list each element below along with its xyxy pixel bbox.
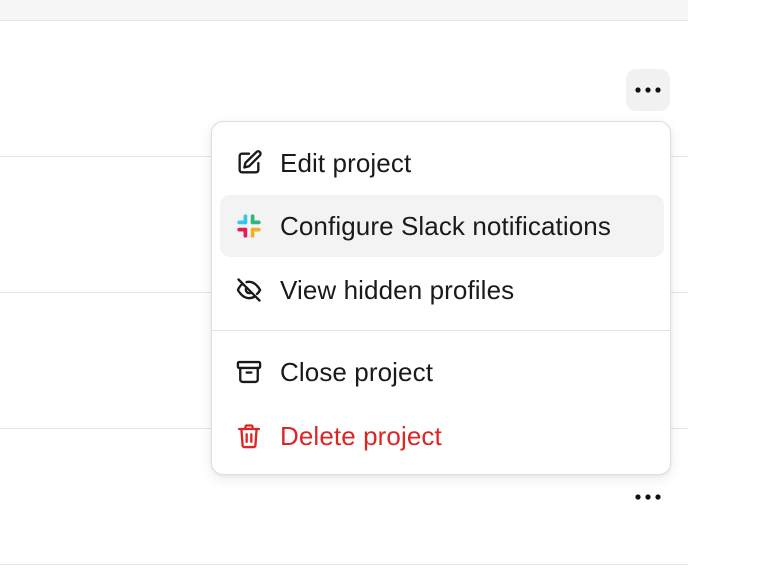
menu-item-label: Edit project <box>280 147 412 178</box>
menu-item-label: Close project <box>280 356 434 387</box>
more-options-button[interactable] <box>626 476 670 518</box>
ellipsis-icon <box>635 494 661 500</box>
more-options-button[interactable] <box>626 69 670 111</box>
menu-item-label: Configure Slack notifications <box>280 210 611 241</box>
menu-item-configure-slack[interactable]: Configure Slack notifications <box>220 195 664 257</box>
menu-item-view-hidden-profiles[interactable]: View hidden profiles <box>220 259 664 321</box>
list-header-strip <box>0 0 688 21</box>
menu-separator <box>212 330 670 331</box>
eye-off-icon <box>234 275 264 305</box>
project-list: Edit project Configure Slack notificatio… <box>0 0 766 580</box>
row-divider <box>0 564 688 565</box>
pencil-square-icon <box>234 148 264 178</box>
menu-item-edit-project[interactable]: Edit project <box>220 132 664 194</box>
slack-icon <box>234 211 264 241</box>
trash-icon <box>234 421 264 451</box>
project-options-menu: Edit project Configure Slack notificatio… <box>211 121 671 475</box>
menu-item-label: View hidden profiles <box>280 274 515 305</box>
menu-item-delete-project[interactable]: Delete project <box>220 405 664 467</box>
archive-icon <box>234 357 264 387</box>
menu-item-label: Delete project <box>280 420 442 451</box>
menu-item-close-project[interactable]: Close project <box>220 341 664 403</box>
ellipsis-icon <box>635 87 661 93</box>
